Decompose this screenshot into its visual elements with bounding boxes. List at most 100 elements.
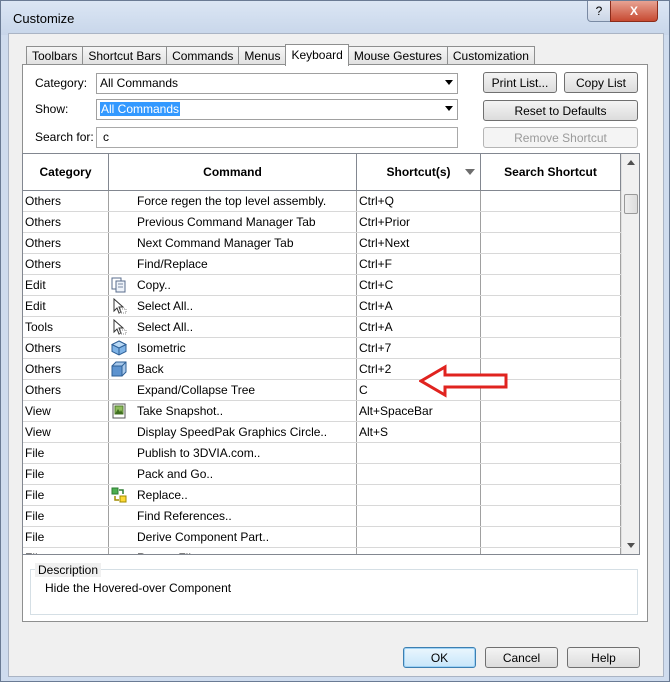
header-search-shortcut[interactable]: Search Shortcut bbox=[481, 154, 621, 190]
row-shortcut[interactable]: Ctrl+Next bbox=[357, 233, 481, 253]
table-row[interactable]: View Take Snapshot.. Alt+SpaceBar bbox=[23, 401, 621, 422]
row-search-shortcut[interactable] bbox=[481, 485, 621, 505]
show-dropdown[interactable]: All Commands bbox=[96, 99, 458, 120]
remove-shortcut-button[interactable]: Remove Shortcut bbox=[483, 127, 638, 148]
row-shortcut[interactable]: Ctrl+7 bbox=[357, 338, 481, 358]
row-search-shortcut[interactable] bbox=[481, 464, 621, 484]
table-row[interactable]: Others Force regen the top level assembly… bbox=[23, 191, 621, 212]
category-dropdown[interactable]: All Commands bbox=[96, 73, 458, 94]
header-shortcuts-label: Shortcut(s) bbox=[386, 165, 451, 179]
row-search-shortcut[interactable] bbox=[481, 527, 621, 547]
row-category: File bbox=[23, 527, 109, 547]
table-row[interactable]: View Display SpeedPak Graphics Circle.. Al… bbox=[23, 422, 621, 443]
table-row[interactable]: Others Isometric Ctrl+7 bbox=[23, 338, 621, 359]
table-row[interactable]: Tools Select All.. Ctrl+A bbox=[23, 317, 621, 338]
row-shortcut[interactable] bbox=[357, 485, 481, 505]
row-command: Publish to 3DVIA.com.. bbox=[109, 443, 357, 463]
table-row[interactable]: File Derive Component Part.. bbox=[23, 527, 621, 548]
table-row[interactable]: Others Back Ctrl+2 bbox=[23, 359, 621, 380]
row-command: Find/Replace bbox=[109, 254, 357, 274]
search-input[interactable]: c bbox=[96, 127, 458, 148]
row-search-shortcut[interactable] bbox=[481, 401, 621, 421]
title-bar[interactable]: Customize ? X bbox=[1, 1, 669, 35]
table-row[interactable]: Others Previous Command Manager Tab Ctrl+P… bbox=[23, 212, 621, 233]
help-title-button[interactable]: ? bbox=[587, 1, 611, 22]
header-shortcuts[interactable]: Shortcut(s) bbox=[357, 154, 481, 190]
row-shortcut[interactable] bbox=[357, 548, 481, 554]
category-dropdown-value: All Commands bbox=[100, 76, 179, 90]
row-search-shortcut[interactable] bbox=[481, 254, 621, 274]
category-label: Category: bbox=[35, 76, 88, 90]
table-row[interactable]: File Recent File.. bbox=[23, 548, 621, 554]
row-shortcut[interactable] bbox=[357, 506, 481, 526]
row-search-shortcut[interactable] bbox=[481, 233, 621, 253]
tab-keyboard[interactable]: Keyboard bbox=[285, 44, 349, 66]
tab-commands[interactable]: Commands bbox=[166, 46, 240, 65]
table-row[interactable]: File Pack and Go.. bbox=[23, 464, 621, 485]
scroll-down-icon[interactable] bbox=[627, 543, 635, 548]
table-body: Others Force regen the top level assembly… bbox=[23, 191, 621, 554]
ok-button[interactable]: OK bbox=[403, 647, 476, 668]
tab-customization[interactable]: Customization bbox=[446, 46, 535, 65]
copy-list-button[interactable]: Copy List bbox=[564, 72, 638, 93]
row-search-shortcut[interactable] bbox=[481, 317, 621, 337]
table-row[interactable]: Others Expand/Collapse Tree C bbox=[23, 380, 621, 401]
row-category: Others bbox=[23, 338, 109, 358]
row-command: Take Snapshot.. bbox=[109, 401, 357, 421]
row-shortcut[interactable]: Ctrl+Prior bbox=[357, 212, 481, 232]
table-row[interactable]: Edit Copy.. Ctrl+C bbox=[23, 275, 621, 296]
row-search-shortcut[interactable] bbox=[481, 296, 621, 316]
table-row[interactable]: File Replace.. bbox=[23, 485, 621, 506]
row-shortcut[interactable]: Ctrl+F bbox=[357, 254, 481, 274]
row-command-label: Select All.. bbox=[137, 299, 194, 313]
row-search-shortcut[interactable] bbox=[481, 275, 621, 295]
row-category: Others bbox=[23, 191, 109, 211]
row-shortcut[interactable]: Ctrl+C bbox=[357, 275, 481, 295]
tab-mouse-gestures[interactable]: Mouse Gestures bbox=[347, 46, 448, 65]
row-shortcut[interactable]: Ctrl+Q bbox=[357, 191, 481, 211]
annotation-arrow-icon bbox=[419, 364, 508, 398]
row-command-label: Find References.. bbox=[137, 509, 232, 523]
tab-shortcut-bars[interactable]: Shortcut Bars bbox=[82, 46, 168, 65]
table-row[interactable]: File Publish to 3DVIA.com.. bbox=[23, 443, 621, 464]
row-shortcut[interactable]: Alt+SpaceBar bbox=[357, 401, 481, 421]
row-category: Others bbox=[23, 212, 109, 232]
row-search-shortcut[interactable] bbox=[481, 443, 621, 463]
table-row[interactable]: Edit Select All.. Ctrl+A bbox=[23, 296, 621, 317]
print-list-button[interactable]: Print List... bbox=[483, 72, 557, 93]
tab-toolbars[interactable]: Toolbars bbox=[26, 46, 84, 65]
row-search-shortcut[interactable] bbox=[481, 212, 621, 232]
help-button[interactable]: Help bbox=[567, 647, 640, 668]
row-shortcut[interactable]: Ctrl+A bbox=[357, 296, 481, 316]
row-shortcut[interactable] bbox=[357, 443, 481, 463]
row-command-label: Copy.. bbox=[137, 278, 171, 292]
row-shortcut[interactable]: Alt+S bbox=[357, 422, 481, 442]
tab-menus[interactable]: Menus bbox=[238, 46, 287, 65]
header-category[interactable]: Category bbox=[23, 154, 109, 190]
row-shortcut[interactable]: Ctrl+A bbox=[357, 317, 481, 337]
header-command[interactable]: Command bbox=[109, 154, 357, 190]
row-search-shortcut[interactable] bbox=[481, 422, 621, 442]
row-shortcut[interactable] bbox=[357, 464, 481, 484]
row-search-shortcut[interactable] bbox=[481, 506, 621, 526]
cancel-button[interactable]: Cancel bbox=[485, 647, 558, 668]
scroll-thumb[interactable] bbox=[624, 194, 638, 214]
table-scrollbar[interactable] bbox=[621, 154, 639, 554]
row-command-label: Force regen the top level assembly. bbox=[137, 194, 327, 208]
row-category: File bbox=[23, 485, 109, 505]
row-search-shortcut[interactable] bbox=[481, 548, 621, 554]
scroll-up-icon[interactable] bbox=[627, 160, 635, 165]
table-row[interactable]: Others Find/Replace Ctrl+F bbox=[23, 254, 621, 275]
table-row[interactable]: File Find References.. bbox=[23, 506, 621, 527]
row-shortcut[interactable] bbox=[357, 527, 481, 547]
row-search-shortcut[interactable] bbox=[481, 191, 621, 211]
close-button[interactable]: X bbox=[610, 1, 658, 22]
row-command: Isometric bbox=[109, 338, 357, 358]
row-command-label: Isometric bbox=[137, 341, 186, 355]
row-command: Select All.. bbox=[109, 296, 357, 316]
row-search-shortcut[interactable] bbox=[481, 338, 621, 358]
tab-strip: Toolbars Shortcut Bars Commands Menus Ke… bbox=[26, 44, 535, 66]
row-category: Others bbox=[23, 359, 109, 379]
reset-defaults-button[interactable]: Reset to Defaults bbox=[483, 100, 638, 121]
table-row[interactable]: Others Next Command Manager Tab Ctrl+Next bbox=[23, 233, 621, 254]
